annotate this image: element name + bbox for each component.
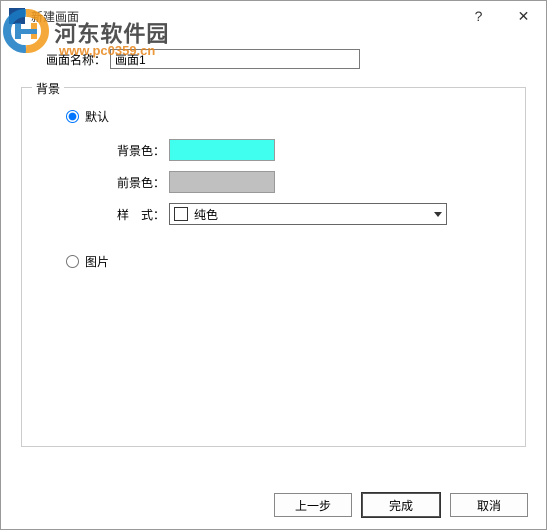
window-controls: ? ✕ [456,1,546,31]
fgcolor-label: 前景色： [107,174,165,191]
radio-image-label: 图片 [85,253,109,270]
style-swatch-icon [174,207,188,221]
style-value: 纯色 [194,206,218,223]
dialog-window: 新建画面 ? ✕ 河东软件园 www.pc0359.cn 画面名称： [0,0,547,530]
groupbox-title: 背景 [32,80,64,97]
name-label: 画面名称： [46,51,106,68]
style-row: 样 式： 纯色 [107,203,505,225]
bgcolor-row: 背景色： [107,139,505,161]
radio-default-row: 默认 [66,108,505,125]
background-groupbox: 背景 默认 背景色： 前景色： 样 式： 纯色 [21,87,526,447]
fgcolor-swatch[interactable] [169,171,275,193]
fgcolor-row: 前景色： [107,171,505,193]
radio-default[interactable] [66,110,79,123]
help-button[interactable]: ? [456,1,501,31]
style-label: 样 式： [107,206,165,223]
style-dropdown[interactable]: 纯色 [169,203,447,225]
button-bar: 上一步 完成 取消 [274,493,528,517]
radio-default-label: 默认 [85,108,109,125]
chevron-down-icon [430,204,446,224]
radio-image[interactable] [66,255,79,268]
finish-button[interactable]: 完成 [362,493,440,517]
prev-button[interactable]: 上一步 [274,493,352,517]
name-row: 画面名称： [46,49,526,69]
dialog-content: 画面名称： 背景 默认 背景色： 前景色： 样 式： 纯色 [1,31,546,457]
cancel-button[interactable]: 取消 [450,493,528,517]
window-title: 新建画面 [31,8,79,25]
bgcolor-label: 背景色： [107,142,165,159]
screen-name-input[interactable] [110,49,360,69]
close-button[interactable]: ✕ [501,1,546,31]
radio-image-row: 图片 [66,253,505,270]
app-icon [9,8,25,24]
titlebar: 新建画面 ? ✕ [1,1,546,31]
bgcolor-swatch[interactable] [169,139,275,161]
